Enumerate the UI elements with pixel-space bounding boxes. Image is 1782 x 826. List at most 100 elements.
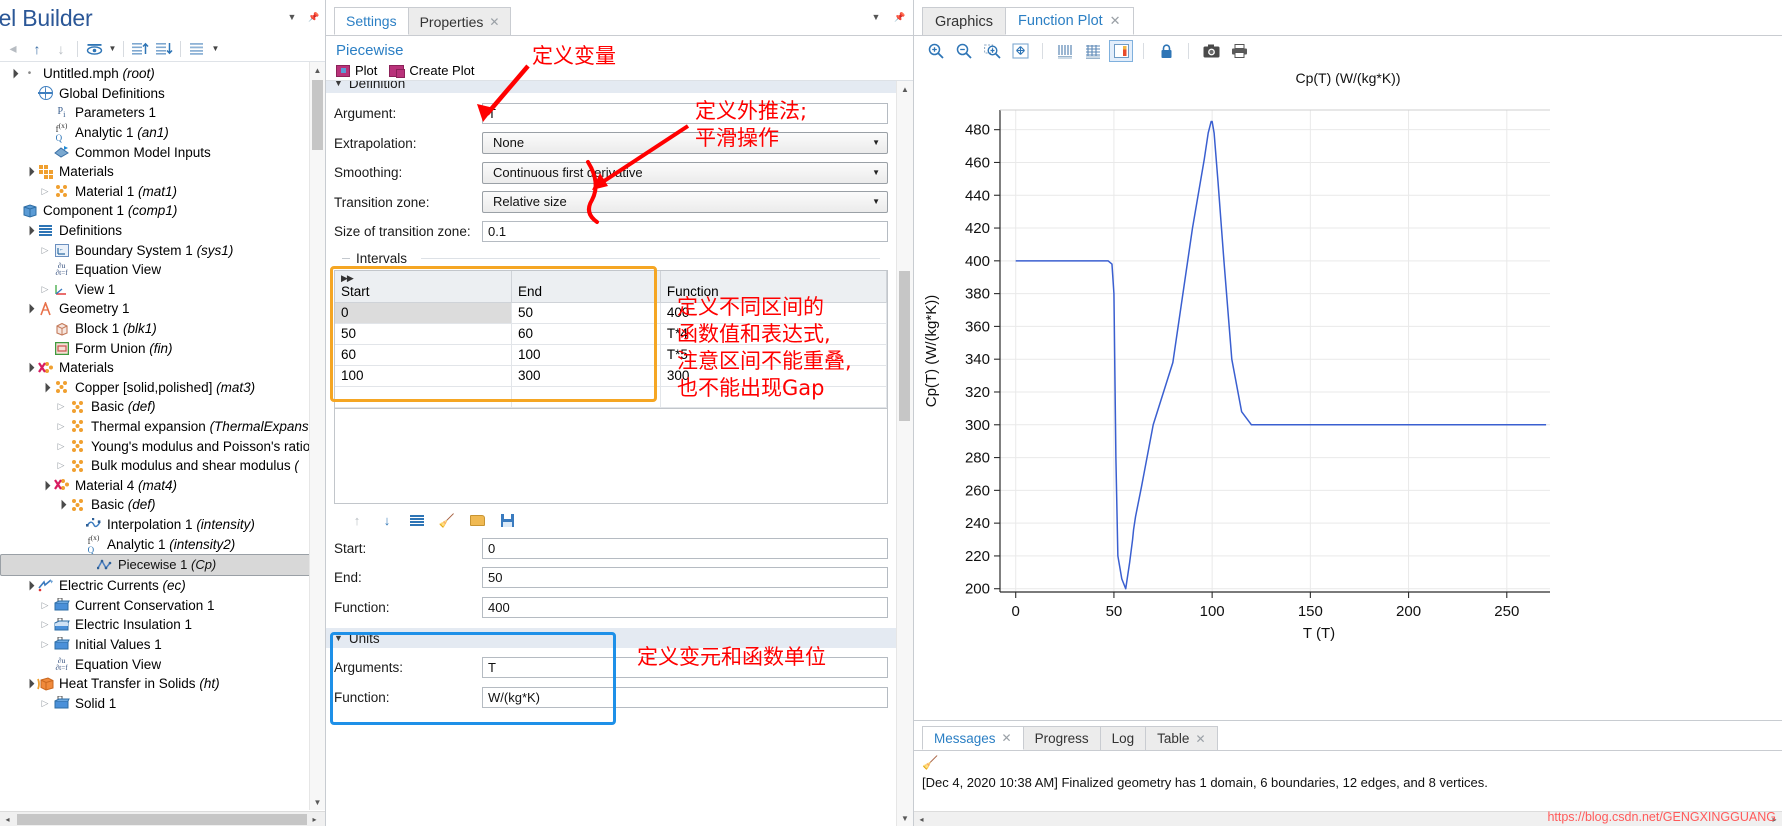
table-cell[interactable]: 0 [335,302,512,324]
tree-item-view-1[interactable]: View 1 [0,280,325,300]
expand-all-icon[interactable] [129,38,151,60]
collapse-triangle-icon[interactable] [22,362,36,373]
tree-item-young-s-modulus-and-poisson-s-ratio[interactable]: Young's modulus and Poisson's ratio [0,436,325,456]
expand-triangle-icon[interactable] [54,460,68,471]
expand-columns-icon[interactable]: ▶▶ [341,273,505,284]
close-icon[interactable]: ✕ [1195,732,1205,746]
collapse-triangle-icon[interactable] [38,382,52,393]
show-icon[interactable] [83,38,105,60]
table-column-header[interactable]: ▶▶ Start [335,270,512,303]
table-body[interactable]: 0 50 400 50 60 T*4 60 100 T*5 100 300 300 [335,302,888,408]
tab-graphics[interactable]: Graphics [922,7,1007,35]
tab-log[interactable]: Log [1099,726,1147,750]
start-input[interactable]: 0 [482,537,888,559]
settings-vscrollbar[interactable]: ▲ ▼ [896,81,913,826]
messages-body[interactable]: 🧹 [Dec 4, 2020 10:38 AM] Finalized geome… [914,751,1782,811]
tree-item-untitled-mph[interactable]: • Untitled.mph (root) [0,64,325,84]
tree-item-copper-solid-polished[interactable]: Copper [solid,polished] (mat3) [0,378,325,398]
tree-item-material-1[interactable]: Material 1 (mat1) [0,182,325,202]
collapse-triangle-icon[interactable] [38,480,52,491]
table-cell[interactable]: 60 [511,323,661,345]
save-to-file-icon[interactable] [498,512,516,530]
close-icon[interactable]: ✕ [1110,13,1121,29]
table-cell[interactable]: 100 [511,344,661,366]
close-icon[interactable]: ✕ [489,15,499,29]
table-cell[interactable]: 100 [335,365,512,387]
tree-item-initial-values-1[interactable]: Initial Values 1 [0,635,325,655]
tree-item-solid-1[interactable]: Solid 1 [0,693,325,713]
move-up-icon[interactable]: ↑ [26,38,48,60]
pin-icon[interactable]: 📌 [893,10,907,24]
table-cell[interactable]: T*4 [660,323,888,345]
table-row[interactable]: 100 300 300 [335,365,888,387]
table-row[interactable] [335,386,888,408]
tree-item-materials[interactable]: Materials [0,358,325,378]
close-icon[interactable]: ✕ [1002,731,1012,745]
expand-triangle-icon[interactable] [38,639,52,650]
tree-item-current-conservation-1[interactable]: Current Conservation 1 [0,595,325,615]
table-row[interactable]: 0 50 400 [335,302,888,324]
zoom-in-icon[interactable] [924,40,948,62]
table-cell[interactable] [660,386,888,408]
collapse-triangle-icon[interactable] [22,166,36,177]
model-tree[interactable]: • Untitled.mph (root) Global Definitions Pi… [0,62,325,811]
expand-triangle-icon[interactable] [38,186,52,197]
tree-item-piecewise-1[interactable]: Piecewise 1 (Cp) [0,553,325,576]
table-row[interactable]: 60 100 T*5 [335,344,888,366]
move-down-icon[interactable]: ↓ [50,38,72,60]
lock-icon[interactable] [1154,40,1178,62]
expand-triangle-icon[interactable] [38,245,52,256]
scroll-up-icon[interactable]: ▲ [310,62,326,78]
collapse-triangle-icon[interactable] [6,68,20,79]
table-column-header[interactable]: End [511,270,661,303]
table-cell[interactable] [335,386,512,408]
tree-item-basic[interactable]: Basic (def) [0,495,325,515]
load-from-file-icon[interactable] [468,512,486,530]
tree-item-component-1[interactable]: Component 1 (comp1) [0,201,325,221]
table-cell[interactable] [511,386,661,408]
snapshot-icon[interactable] [1199,40,1223,62]
clear-table-icon[interactable] [408,512,426,530]
tree-item-material-4[interactable]: Material 4 (mat4) [0,475,325,495]
tree-item-global-definitions[interactable]: Global Definitions [0,84,325,104]
section-definition-header[interactable]: ▼ Definition [326,81,896,93]
function-input[interactable]: 400 [482,596,888,618]
chevron-down-icon[interactable]: ▼ [210,44,221,53]
tree-item-thermal-expansion[interactable]: Thermal expansion (ThermalExpans [0,417,325,437]
scene-light-icon[interactable] [1053,40,1077,62]
extrapolation-select[interactable]: None ▼ [482,132,888,155]
tree-item-interpolation-1[interactable]: Interpolation 1 (intensity) [0,515,325,535]
table-cell[interactable]: 300 [660,365,888,387]
scroll-up-icon[interactable]: ▲ [897,81,913,97]
expand-triangle-icon[interactable] [54,441,68,452]
hscroll-thumb[interactable] [17,813,307,825]
intervals-table[interactable]: ▶▶ Start End Function 0 50 400 50 60 T*4 60 100 T*5… [335,270,888,408]
tree-item-boundary-system-1[interactable]: ⌐ Boundary System 1 (sys1) [0,240,325,260]
scroll-left-icon[interactable]: ◂ [914,812,929,826]
vscroll-thumb[interactable] [312,80,323,150]
chevron-down-icon[interactable]: ▼ [285,10,299,24]
tab-messages[interactable]: Messages ✕ [922,726,1024,750]
chevron-down-icon[interactable]: ▼ [107,44,118,53]
table-cell[interactable]: 50 [511,302,661,324]
tree-item-parameters-1[interactable]: Pi Parameters 1 [0,103,325,123]
grid-icon[interactable] [1081,40,1105,62]
chevron-down-icon[interactable]: ▼ [869,10,883,24]
intervals-table-empty-area[interactable] [334,408,888,504]
tree-item-electric-currents[interactable]: Electric Currents (ec) [0,576,325,596]
tab-progress[interactable]: Progress [1022,726,1101,750]
size-of-transition-zone-input[interactable]: 0.1 [482,221,888,243]
collapse-triangle-icon[interactable] [54,499,68,510]
list-icon[interactable] [186,38,208,60]
collapse-all-icon[interactable] [153,38,175,60]
tree-item-basic[interactable]: Basic (def) [0,397,325,417]
tree-item-common-model-inputs[interactable]: Common Model Inputs [0,142,325,162]
back-icon[interactable]: ◂ [2,38,24,60]
collapse-triangle-icon[interactable] [22,303,36,314]
table-cell[interactable]: 50 [335,323,512,345]
expand-triangle-icon[interactable] [38,600,52,611]
tab-function-plot[interactable]: Function Plot ✕ [1005,7,1134,35]
table-cell[interactable]: 60 [335,344,512,366]
function-plot-area[interactable]: Cp(T) (W/(kg*K)) 200 220 240 260 280 300 320 34… [914,66,1782,720]
tab-settings[interactable]: Settings [334,7,409,35]
